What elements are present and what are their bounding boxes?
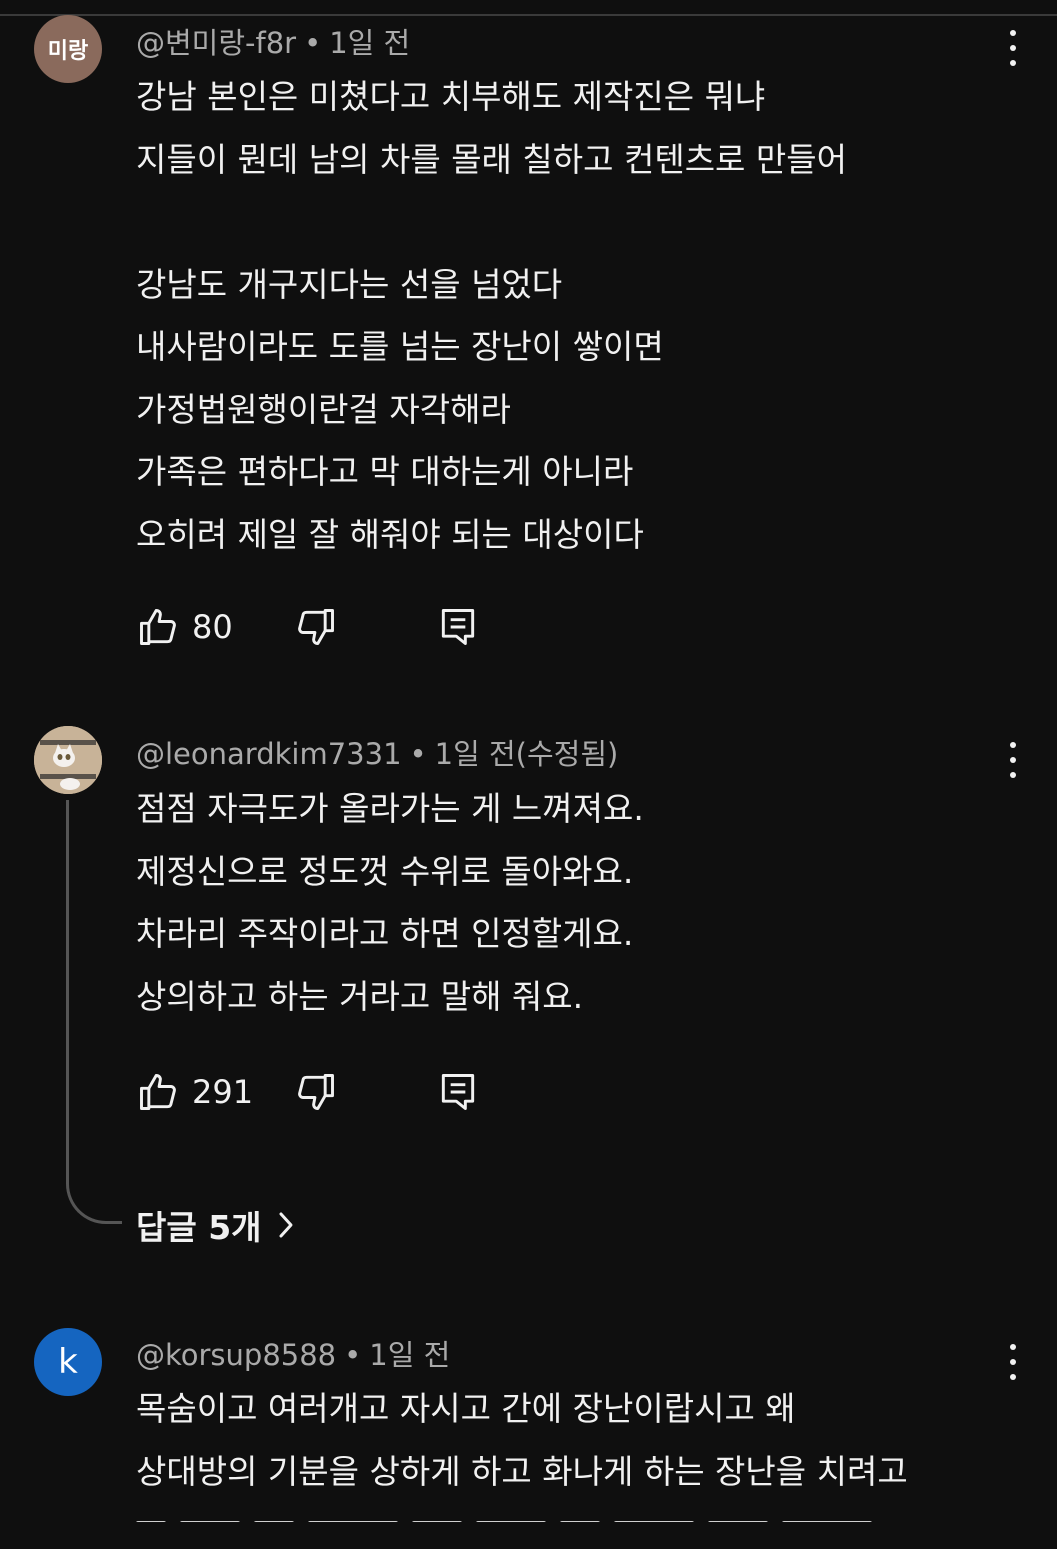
avatar-initials: 미랑 bbox=[47, 39, 89, 64]
chevron-right-icon bbox=[279, 1212, 293, 1238]
reply-comment-icon bbox=[441, 609, 475, 645]
replies-count-label: 답글 5개 bbox=[136, 1208, 262, 1247]
comment-text: 목숨이고 여러개고 자시고 간에 장난이랍시고 왜 상대방의 기분을 상하게 하… bbox=[136, 1378, 908, 1503]
meta-separator: • bbox=[304, 26, 322, 60]
comment-line: 차라리 주작이라고 하면 인정할게요. bbox=[136, 914, 634, 953]
thumbs-up-icon bbox=[140, 1074, 176, 1110]
author-handle[interactable]: @korsup8588 bbox=[136, 1338, 336, 1372]
comment-line: 가정법원행이란걸 자각해라 bbox=[136, 389, 511, 429]
comment-line: 목숨이고 여러개고 자시고 간에 장난이랍시고 왜 bbox=[136, 1389, 796, 1428]
comment-line: 상의하고 하는 거라고 말해 줘요. bbox=[136, 976, 584, 1016]
comment-line: 오히려 제일 잘 해줘야 되는 대상이다 bbox=[136, 514, 644, 554]
view-replies-button[interactable]: 답글 5개 bbox=[136, 1200, 296, 1250]
author-handle[interactable]: @변미랑-f8r bbox=[136, 26, 296, 60]
comment-actions: 80 bbox=[136, 603, 536, 651]
more-options-icon[interactable] bbox=[998, 740, 1028, 780]
reply-button[interactable] bbox=[436, 1068, 480, 1116]
author-handle[interactable]: @leonardkim7331 bbox=[136, 737, 402, 771]
comment-line bbox=[136, 191, 847, 254]
top-divider bbox=[0, 14, 1057, 16]
like-count: 291 bbox=[192, 1073, 254, 1111]
thumbs-up-icon bbox=[140, 609, 176, 645]
avatar[interactable]: 미랑 bbox=[34, 15, 102, 83]
thumbs-down-icon bbox=[298, 1074, 334, 1110]
comment-meta: @korsup8588 • 1일 전 bbox=[136, 1332, 450, 1374]
like-count: 80 bbox=[192, 608, 233, 646]
cat-photo-avatar[interactable] bbox=[34, 726, 102, 794]
meta-separator: • bbox=[409, 737, 427, 771]
like-button[interactable]: 80 bbox=[136, 603, 233, 651]
reply-thread-line bbox=[66, 800, 122, 1224]
comment-actions: 291 bbox=[136, 1068, 536, 1116]
comment-time: 1일 전(수정됨) bbox=[434, 737, 619, 771]
comment-time: 1일 전 bbox=[369, 1338, 451, 1372]
avatar[interactable]: k bbox=[34, 1328, 102, 1396]
comment-line: 강남 본인은 미쳤다고 치부해도 제작진은 뭐냐 bbox=[136, 77, 766, 116]
comment-text: 강남 본인은 미쳤다고 치부해도 제작진은 뭐냐 지들이 뭔데 남의 차를 몰래… bbox=[136, 66, 847, 566]
comment-line: 지들이 뭔데 남의 차를 몰래 칠하고 컨텐츠로 만들어 bbox=[136, 139, 847, 179]
reply-comment-icon bbox=[441, 1074, 475, 1110]
more-options-icon[interactable] bbox=[998, 1342, 1028, 1382]
thumbs-down-icon bbox=[298, 609, 334, 645]
meta-separator: • bbox=[344, 1338, 362, 1372]
reply-button[interactable] bbox=[436, 603, 480, 651]
dislike-button[interactable] bbox=[294, 603, 338, 651]
comment-line: 내사람이라도 도를 넘는 장난이 쌓이면 bbox=[136, 327, 664, 366]
comment-meta: @leonardkim7331 • 1일 전(수정됨) bbox=[136, 731, 618, 773]
dislike-button[interactable] bbox=[294, 1068, 338, 1116]
comment-line: 제정신으로 정도껏 수위로 돌아와요. bbox=[136, 851, 634, 891]
comment-time: 1일 전 bbox=[329, 26, 411, 60]
comment-line: 가족은 편하다고 막 대하는게 아니라 bbox=[136, 452, 634, 491]
comment-meta: @변미랑-f8r • 1일 전 bbox=[136, 20, 410, 62]
comment-line: 점점 자극도가 올라가는 게 느껴져요. bbox=[136, 789, 644, 828]
more-options-icon[interactable] bbox=[998, 28, 1028, 68]
avatar-initial: k bbox=[58, 1342, 78, 1382]
like-button[interactable]: 291 bbox=[136, 1068, 253, 1116]
comment-line: 강남도 개구지다는 선을 넘었다 bbox=[136, 264, 563, 304]
cut-off-text-line bbox=[136, 1512, 976, 1522]
comment-line: 상대방의 기분을 상하게 하고 화나게 하는 장난을 치려고 bbox=[136, 1451, 908, 1491]
comment-text: 점점 자극도가 올라가는 게 느껴져요. 제정신으로 정도껏 수위로 돌아와요.… bbox=[136, 778, 644, 1028]
